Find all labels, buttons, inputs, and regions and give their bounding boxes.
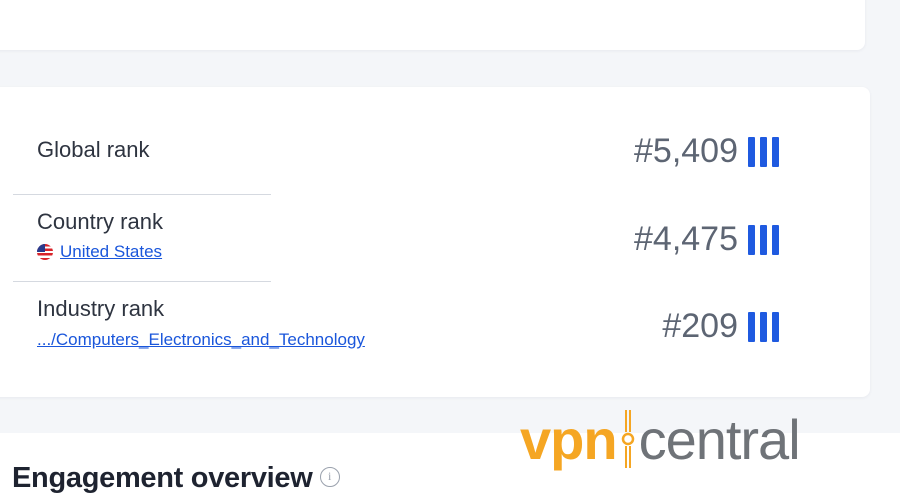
rank-bars-icon — [748, 311, 779, 342]
country-rank-label: Country rank — [37, 209, 163, 234]
rank-bars-icon — [748, 224, 779, 255]
watermark-mark-icon — [621, 410, 634, 468]
vpncentral-watermark: vpn central — [520, 405, 801, 473]
country-rank-value: #4,475 — [634, 220, 738, 258]
section-title-text: Engagement overview — [12, 462, 313, 494]
rank-bars-icon — [748, 136, 779, 167]
watermark-central-text: central — [638, 407, 801, 471]
top-card — [0, 0, 865, 50]
us-flag-icon — [37, 244, 53, 260]
industry-rank-value: #209 — [662, 307, 738, 345]
global-rank-value: #5,409 — [634, 132, 738, 170]
engagement-overview-heading: Engagement overview i — [12, 462, 340, 495]
industry-rank-value-group: #209 — [662, 307, 779, 346]
divider — [13, 281, 271, 282]
country-link[interactable]: United States — [37, 242, 162, 262]
watermark-vpn-text: vpn — [520, 407, 618, 471]
divider — [13, 194, 271, 195]
country-rank-value-group: #4,475 — [634, 220, 779, 259]
global-rank-label: Global rank — [37, 137, 150, 162]
industry-link[interactable]: .../Computers_Electronics_and_Technology — [37, 330, 365, 350]
industry-rank-label: Industry rank — [37, 296, 165, 321]
country-link-text: United States — [60, 242, 163, 261]
ranks-card: Global rank #5,409 Country rank United S… — [0, 87, 870, 397]
info-icon[interactable]: i — [319, 466, 340, 487]
global-rank-value-group: #5,409 — [634, 132, 779, 171]
